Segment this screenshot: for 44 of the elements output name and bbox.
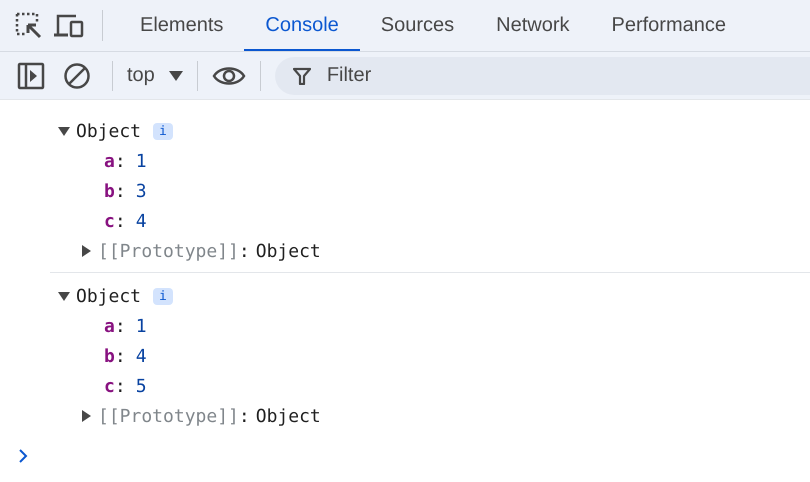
property-key: b <box>104 346 115 366</box>
tab[interactable]: Elements <box>119 2 244 51</box>
property-key: b <box>104 180 115 202</box>
property-value: 3 <box>136 180 147 202</box>
prototype-key: [[Prototype]] <box>98 240 239 262</box>
property-value: 4 <box>136 210 147 232</box>
filter-icon <box>292 66 311 84</box>
disclosure-triangle-icon[interactable] <box>80 245 92 257</box>
prototype-value: Object <box>256 240 321 262</box>
disclosure-triangle-icon[interactable] <box>80 410 92 422</box>
prototype-value: Object <box>256 406 321 426</box>
prototype-key: [[Prototype]] <box>98 406 239 426</box>
info-badge: i <box>153 122 173 140</box>
caret-icon <box>168 70 183 82</box>
sidebar-icon[interactable] <box>17 62 45 90</box>
colon: : <box>114 210 126 232</box>
clear-icon[interactable] <box>63 62 91 90</box>
colon: : <box>114 346 126 366</box>
tab[interactable]: Performance <box>590 2 747 51</box>
property-key: c <box>104 376 115 396</box>
colon: : <box>114 316 126 336</box>
property-key: a <box>104 316 115 336</box>
prompt-chevron-icon <box>18 449 28 463</box>
disclosure-triangle-icon[interactable] <box>58 290 70 302</box>
property-value: 5 <box>136 376 147 396</box>
property-key: a <box>104 150 115 172</box>
property-value: 1 <box>136 150 147 172</box>
inspect-icon[interactable] <box>14 10 44 40</box>
colon: : <box>238 240 250 262</box>
tab[interactable]: Network <box>475 2 590 51</box>
filter-field[interactable]: Filter <box>274 56 810 94</box>
object-label[interactable]: Object <box>76 286 142 306</box>
context-dropdown[interactable]: top <box>127 64 183 87</box>
tab[interactable]: Sources <box>360 2 476 51</box>
colon: : <box>114 376 126 396</box>
disclosure-triangle-icon[interactable] <box>58 125 70 137</box>
property-value: 1 <box>136 316 147 336</box>
colon: : <box>114 150 126 172</box>
info-badge: i <box>153 288 173 304</box>
colon: : <box>114 180 126 202</box>
object-label[interactable]: Object <box>76 120 142 142</box>
property-key: c <box>104 210 115 232</box>
colon: : <box>238 406 250 426</box>
property-value: 4 <box>136 346 147 366</box>
